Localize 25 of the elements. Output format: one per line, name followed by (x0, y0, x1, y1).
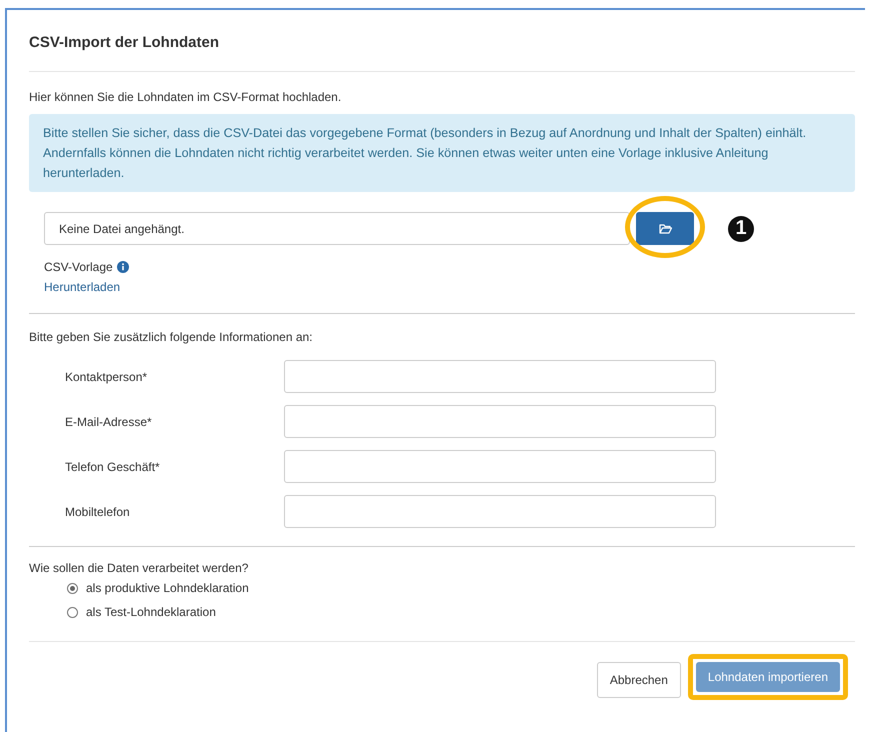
browse-button[interactable] (636, 212, 694, 245)
input-field[interactable] (284, 450, 716, 483)
field-label: E-Mail-Adresse* (65, 414, 153, 430)
contact-heading: Bitte geben Sie zusätzlich folgende Informationen an: (29, 329, 314, 346)
radio-button[interactable] (67, 606, 78, 618)
input-field[interactable] (284, 360, 716, 393)
download-link[interactable]: Herunterladen (44, 277, 120, 297)
radio-button[interactable] (67, 582, 78, 594)
input-field[interactable] (284, 405, 716, 438)
processing-question: Wie sollen die Daten verarbeitet werden? (29, 560, 250, 577)
radio-label: als Test-Lohndeklaration (86, 605, 216, 619)
annotation-badge: 1 (728, 216, 754, 242)
dialog-title: CSV-Import der Lohndaten (29, 34, 220, 51)
field-label: Kontaktperson* (65, 368, 148, 386)
template-label: CSV-Vorlage (44, 259, 113, 276)
radio-label: als produktive Lohndeklaration (86, 581, 249, 595)
field-label: Mobiltelefon (65, 504, 131, 520)
file-field[interactable]: Keine Datei angehängt. (44, 212, 630, 245)
input-field[interactable] (284, 495, 716, 528)
info-alert: Bitte stellen Sie sicher, dass die CSV-Datei das vorgegebene Format (besonders in Bezug auf Anordnung und Inhalt der Spalten) einhält. Andernfalls können die Lohndaten nicht richtig verarbeitet werden. Sie können etwas weiter unten eine Vorlage inklusive Anleitung herunterladen. (29, 114, 855, 192)
folder-icon (658, 224, 672, 234)
intro-text: Hier können Sie die Lohndaten im CSV-Format hochladen. (29, 89, 342, 106)
cancel-button[interactable]: Abbrechen (596, 662, 681, 698)
info-icon (116, 261, 129, 273)
field-label: Telefon Geschäft* (65, 458, 161, 476)
